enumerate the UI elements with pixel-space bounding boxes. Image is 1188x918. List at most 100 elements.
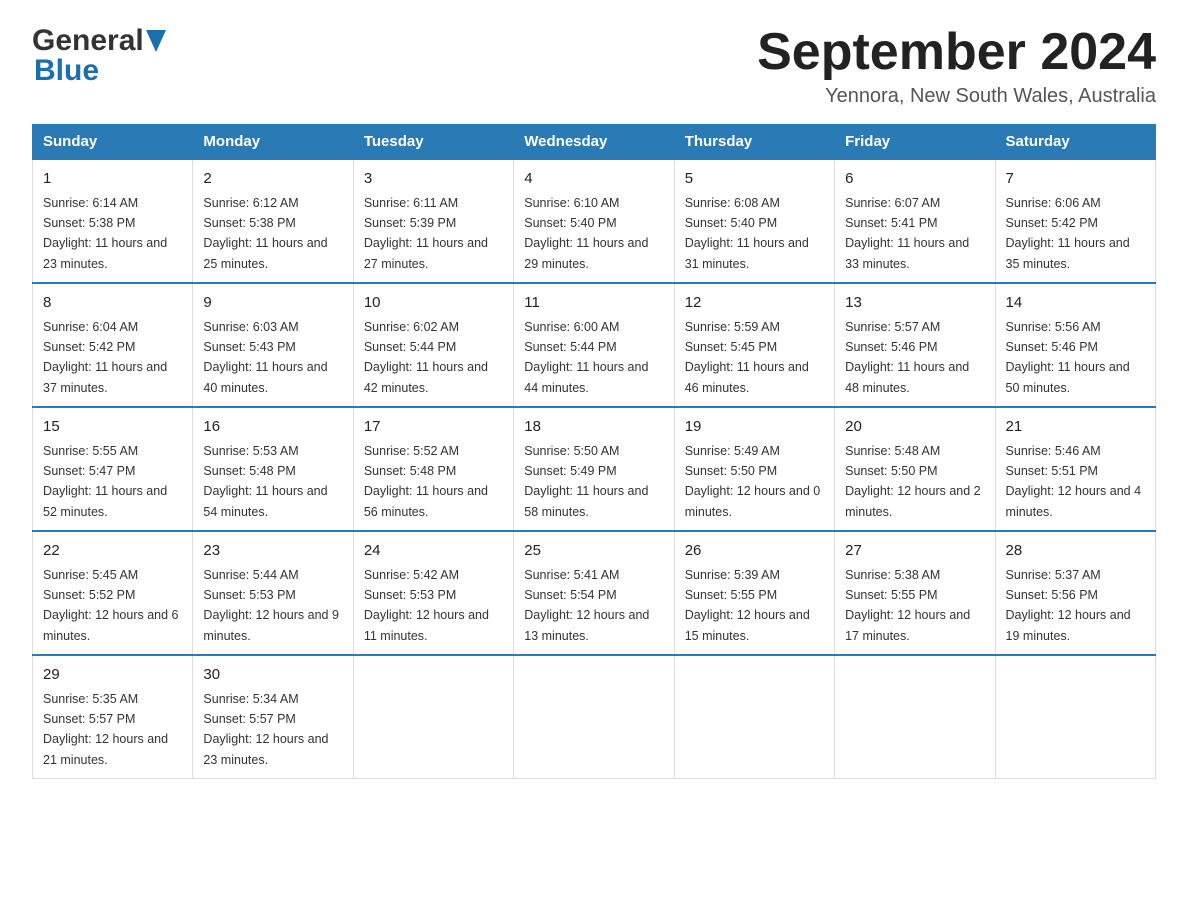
day-info: Sunrise: 5:35 AMSunset: 5:57 PMDaylight:… (43, 692, 168, 767)
calendar-day-cell: 11 Sunrise: 6:00 AMSunset: 5:44 PMDaylig… (514, 283, 674, 407)
calendar-week-row: 15 Sunrise: 5:55 AMSunset: 5:47 PMDaylig… (33, 407, 1156, 531)
day-info: Sunrise: 5:48 AMSunset: 5:50 PMDaylight:… (845, 444, 981, 519)
day-info: Sunrise: 6:04 AMSunset: 5:42 PMDaylight:… (43, 320, 167, 395)
day-info: Sunrise: 5:41 AMSunset: 5:54 PMDaylight:… (524, 568, 649, 643)
day-number: 6 (845, 168, 984, 191)
calendar-day-cell: 7 Sunrise: 6:06 AMSunset: 5:42 PMDayligh… (995, 159, 1155, 283)
weekday-header: Tuesday (353, 125, 513, 160)
day-info: Sunrise: 5:56 AMSunset: 5:46 PMDaylight:… (1006, 320, 1130, 395)
calendar-day-cell: 9 Sunrise: 6:03 AMSunset: 5:43 PMDayligh… (193, 283, 353, 407)
logo: General Blue (32, 24, 166, 88)
day-number: 10 (364, 292, 503, 315)
day-number: 25 (524, 540, 663, 563)
weekday-header: Thursday (674, 125, 834, 160)
day-number: 3 (364, 168, 503, 191)
weekday-header: Friday (835, 125, 995, 160)
day-number: 27 (845, 540, 984, 563)
day-info: Sunrise: 5:57 AMSunset: 5:46 PMDaylight:… (845, 320, 969, 395)
calendar-day-cell: 24 Sunrise: 5:42 AMSunset: 5:53 PMDaylig… (353, 531, 513, 655)
day-info: Sunrise: 5:37 AMSunset: 5:56 PMDaylight:… (1006, 568, 1131, 643)
day-number: 8 (43, 292, 182, 315)
title-area: September 2024 Yennora, New South Wales,… (757, 24, 1156, 108)
day-number: 11 (524, 292, 663, 315)
calendar-day-cell: 3 Sunrise: 6:11 AMSunset: 5:39 PMDayligh… (353, 159, 513, 283)
day-number: 30 (203, 664, 342, 687)
day-info: Sunrise: 6:00 AMSunset: 5:44 PMDaylight:… (524, 320, 648, 395)
day-number: 23 (203, 540, 342, 563)
calendar-day-cell: 18 Sunrise: 5:50 AMSunset: 5:49 PMDaylig… (514, 407, 674, 531)
calendar-day-cell: 2 Sunrise: 6:12 AMSunset: 5:38 PMDayligh… (193, 159, 353, 283)
calendar-day-cell: 16 Sunrise: 5:53 AMSunset: 5:48 PMDaylig… (193, 407, 353, 531)
weekday-header: Monday (193, 125, 353, 160)
day-info: Sunrise: 5:34 AMSunset: 5:57 PMDaylight:… (203, 692, 328, 767)
day-number: 12 (685, 292, 824, 315)
day-info: Sunrise: 5:44 AMSunset: 5:53 PMDaylight:… (203, 568, 339, 643)
calendar-day-cell: 23 Sunrise: 5:44 AMSunset: 5:53 PMDaylig… (193, 531, 353, 655)
calendar-day-cell: 12 Sunrise: 5:59 AMSunset: 5:45 PMDaylig… (674, 283, 834, 407)
day-number: 20 (845, 416, 984, 439)
calendar-day-cell: 10 Sunrise: 6:02 AMSunset: 5:44 PMDaylig… (353, 283, 513, 407)
day-info: Sunrise: 6:06 AMSunset: 5:42 PMDaylight:… (1006, 196, 1130, 271)
calendar-day-cell (353, 655, 513, 779)
calendar-day-cell (835, 655, 995, 779)
calendar-day-cell: 28 Sunrise: 5:37 AMSunset: 5:56 PMDaylig… (995, 531, 1155, 655)
calendar-day-cell: 27 Sunrise: 5:38 AMSunset: 5:55 PMDaylig… (835, 531, 995, 655)
calendar-day-cell: 13 Sunrise: 5:57 AMSunset: 5:46 PMDaylig… (835, 283, 995, 407)
day-number: 17 (364, 416, 503, 439)
calendar-day-cell: 21 Sunrise: 5:46 AMSunset: 5:51 PMDaylig… (995, 407, 1155, 531)
day-number: 26 (685, 540, 824, 563)
day-number: 2 (203, 168, 342, 191)
weekday-header: Sunday (33, 125, 193, 160)
day-info: Sunrise: 6:10 AMSunset: 5:40 PMDaylight:… (524, 196, 648, 271)
page-header: General Blue September 2024 Yennora, New… (32, 24, 1156, 108)
calendar-week-row: 29 Sunrise: 5:35 AMSunset: 5:57 PMDaylig… (33, 655, 1156, 779)
day-number: 21 (1006, 416, 1145, 439)
calendar-day-cell: 20 Sunrise: 5:48 AMSunset: 5:50 PMDaylig… (835, 407, 995, 531)
day-info: Sunrise: 6:02 AMSunset: 5:44 PMDaylight:… (364, 320, 488, 395)
page-subtitle: Yennora, New South Wales, Australia (757, 85, 1156, 108)
day-info: Sunrise: 5:42 AMSunset: 5:53 PMDaylight:… (364, 568, 489, 643)
calendar-day-cell: 8 Sunrise: 6:04 AMSunset: 5:42 PMDayligh… (33, 283, 193, 407)
calendar-day-cell (514, 655, 674, 779)
day-number: 18 (524, 416, 663, 439)
day-number: 16 (203, 416, 342, 439)
day-number: 19 (685, 416, 824, 439)
weekday-header: Wednesday (514, 125, 674, 160)
day-number: 7 (1006, 168, 1145, 191)
day-number: 28 (1006, 540, 1145, 563)
day-info: Sunrise: 5:46 AMSunset: 5:51 PMDaylight:… (1006, 444, 1142, 519)
day-info: Sunrise: 6:12 AMSunset: 5:38 PMDaylight:… (203, 196, 327, 271)
day-info: Sunrise: 6:08 AMSunset: 5:40 PMDaylight:… (685, 196, 809, 271)
day-info: Sunrise: 5:53 AMSunset: 5:48 PMDaylight:… (203, 444, 327, 519)
logo-general: General (32, 24, 144, 58)
calendar-day-cell: 25 Sunrise: 5:41 AMSunset: 5:54 PMDaylig… (514, 531, 674, 655)
day-info: Sunrise: 5:49 AMSunset: 5:50 PMDaylight:… (685, 444, 821, 519)
calendar-day-cell (674, 655, 834, 779)
day-info: Sunrise: 6:07 AMSunset: 5:41 PMDaylight:… (845, 196, 969, 271)
calendar-day-cell: 5 Sunrise: 6:08 AMSunset: 5:40 PMDayligh… (674, 159, 834, 283)
calendar-day-cell: 22 Sunrise: 5:45 AMSunset: 5:52 PMDaylig… (33, 531, 193, 655)
day-number: 13 (845, 292, 984, 315)
calendar-day-cell: 19 Sunrise: 5:49 AMSunset: 5:50 PMDaylig… (674, 407, 834, 531)
day-number: 29 (43, 664, 182, 687)
calendar-day-cell: 1 Sunrise: 6:14 AMSunset: 5:38 PMDayligh… (33, 159, 193, 283)
calendar-week-row: 22 Sunrise: 5:45 AMSunset: 5:52 PMDaylig… (33, 531, 1156, 655)
day-info: Sunrise: 5:59 AMSunset: 5:45 PMDaylight:… (685, 320, 809, 395)
day-number: 1 (43, 168, 182, 191)
day-number: 24 (364, 540, 503, 563)
calendar-day-cell: 29 Sunrise: 5:35 AMSunset: 5:57 PMDaylig… (33, 655, 193, 779)
day-info: Sunrise: 5:45 AMSunset: 5:52 PMDaylight:… (43, 568, 179, 643)
calendar-day-cell: 4 Sunrise: 6:10 AMSunset: 5:40 PMDayligh… (514, 159, 674, 283)
weekday-header: Saturday (995, 125, 1155, 160)
calendar-day-cell: 15 Sunrise: 5:55 AMSunset: 5:47 PMDaylig… (33, 407, 193, 531)
day-number: 14 (1006, 292, 1145, 315)
day-info: Sunrise: 6:14 AMSunset: 5:38 PMDaylight:… (43, 196, 167, 271)
calendar-table: SundayMondayTuesdayWednesdayThursdayFrid… (32, 124, 1156, 779)
calendar-day-cell (995, 655, 1155, 779)
day-info: Sunrise: 6:11 AMSunset: 5:39 PMDaylight:… (364, 196, 488, 271)
calendar-week-row: 8 Sunrise: 6:04 AMSunset: 5:42 PMDayligh… (33, 283, 1156, 407)
calendar-week-row: 1 Sunrise: 6:14 AMSunset: 5:38 PMDayligh… (33, 159, 1156, 283)
logo-icon (146, 30, 166, 52)
calendar-day-cell: 30 Sunrise: 5:34 AMSunset: 5:57 PMDaylig… (193, 655, 353, 779)
page-title: September 2024 (757, 24, 1156, 81)
